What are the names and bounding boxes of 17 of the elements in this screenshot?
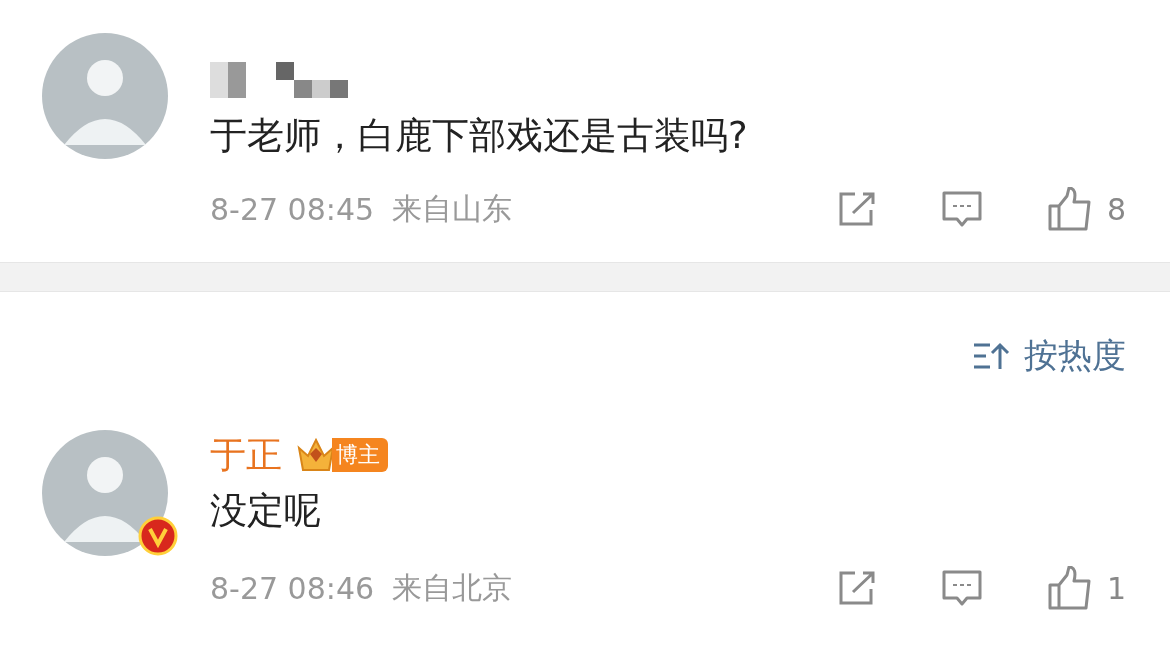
comment-text: 于老师，白鹿下部戏还是古装吗? <box>210 113 749 159</box>
comment-time: 8-27 08:46 <box>210 570 375 606</box>
thumbs-up-icon[interactable] <box>1046 566 1093 610</box>
comment-time: 8-27 08:45 <box>210 191 375 227</box>
author-name[interactable]: 于正 <box>210 430 282 480</box>
like-count: 1 <box>1106 570 1126 606</box>
role-badge: 博主 <box>332 438 388 472</box>
avatar[interactable] <box>42 430 168 556</box>
like-count: 8 <box>1106 191 1126 227</box>
sort-icon <box>972 341 1010 371</box>
comment-icon[interactable] <box>940 569 983 607</box>
thumbs-up-icon[interactable] <box>1046 187 1093 231</box>
comment-text: 没定呢 <box>210 488 322 534</box>
comment-location: 来自山东 <box>392 189 513 228</box>
sort-button[interactable]: 按热度 <box>972 334 1126 378</box>
comment-icon[interactable] <box>940 190 983 228</box>
comment-location: 来自北京 <box>392 568 513 607</box>
